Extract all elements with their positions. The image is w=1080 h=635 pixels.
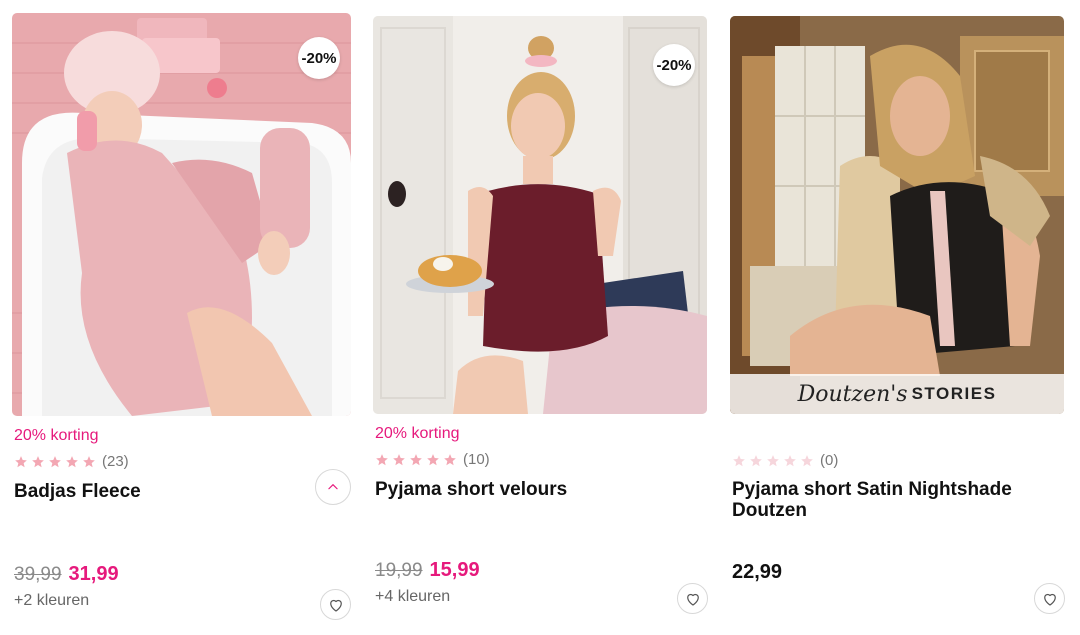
price-block: 19,99 15,99 [375, 559, 480, 582]
star-icon [15, 455, 27, 467]
star-icon [410, 453, 422, 465]
sale-price: 15,99 [429, 559, 480, 581]
star-icon [733, 454, 745, 466]
regular-price: 22,99 [732, 561, 783, 583]
rating-stars [375, 453, 457, 467]
product-rating[interactable]: (10) [375, 451, 490, 468]
star-icon [784, 454, 796, 466]
promo-label: 20% korting [375, 425, 460, 442]
heart-icon [686, 593, 699, 606]
discount-badge: -20% [298, 37, 340, 79]
price-block: 22,99 [732, 561, 782, 584]
sale-price: 31,99 [68, 563, 119, 585]
scroll-up-button[interactable] [315, 469, 351, 505]
doutzen-stories-banner: Doutzen's STORIES [730, 374, 1064, 414]
star-icon [444, 453, 456, 465]
rating-count: (23) [102, 453, 129, 470]
rating-count: (10) [463, 451, 490, 468]
promo-label: 20% korting [14, 427, 99, 444]
star-icon [393, 453, 405, 465]
product-image[interactable]: -20% [12, 13, 351, 416]
product-rating[interactable]: (0) [732, 452, 838, 469]
rating-stars [732, 454, 814, 468]
discount-badge: -20% [653, 44, 695, 86]
color-count[interactable]: +4 kleuren [375, 588, 450, 606]
heart-icon [329, 599, 342, 612]
color-count[interactable]: +2 kleuren [14, 592, 89, 610]
product-card-pyjama-velours[interactable]: -20% 20% korting (10) Pyjama short velou… [373, 0, 713, 635]
star-icon [83, 455, 95, 467]
wishlist-button[interactable] [677, 583, 708, 614]
product-name[interactable]: Pyjama short velours [375, 479, 675, 500]
product-rating[interactable]: (23) [14, 453, 129, 470]
star-icon [49, 455, 61, 467]
product-name[interactable]: Badjas Fleece [14, 481, 294, 502]
product-name[interactable]: Pyjama short Satin Nightshade Doutzen [732, 479, 1042, 521]
old-price: 19,99 [375, 560, 423, 581]
product-card-badjas-fleece[interactable]: -20% 20% korting (23) Badjas Fleece 39,9… [12, 0, 352, 635]
product-image[interactable]: Doutzen's STORIES [730, 16, 1064, 414]
product-card-pyjama-satin-doutzen[interactable]: Doutzen's STORIES (0) Pyjama short Satin… [730, 0, 1070, 635]
stories-word-text: STORIES [911, 384, 997, 403]
star-icon [750, 454, 762, 466]
star-icon [66, 455, 78, 467]
heart-icon [1043, 593, 1056, 606]
rating-stars [14, 455, 96, 469]
wishlist-button[interactable] [320, 589, 351, 620]
wishlist-button[interactable] [1034, 583, 1065, 614]
stories-script-text: Doutzen's [797, 381, 908, 407]
star-icon [32, 455, 44, 467]
pyjama-satin-photo [730, 16, 1064, 414]
star-icon [376, 453, 388, 465]
star-icon [801, 454, 813, 466]
bathrobe-photo [12, 13, 351, 416]
product-image[interactable]: -20% [373, 16, 707, 414]
price-block: 39,99 31,99 [14, 563, 119, 586]
old-price: 39,99 [14, 564, 62, 585]
star-icon [427, 453, 439, 465]
rating-count: (0) [820, 452, 839, 469]
chevron-up-icon [328, 484, 338, 490]
star-icon [767, 454, 779, 466]
